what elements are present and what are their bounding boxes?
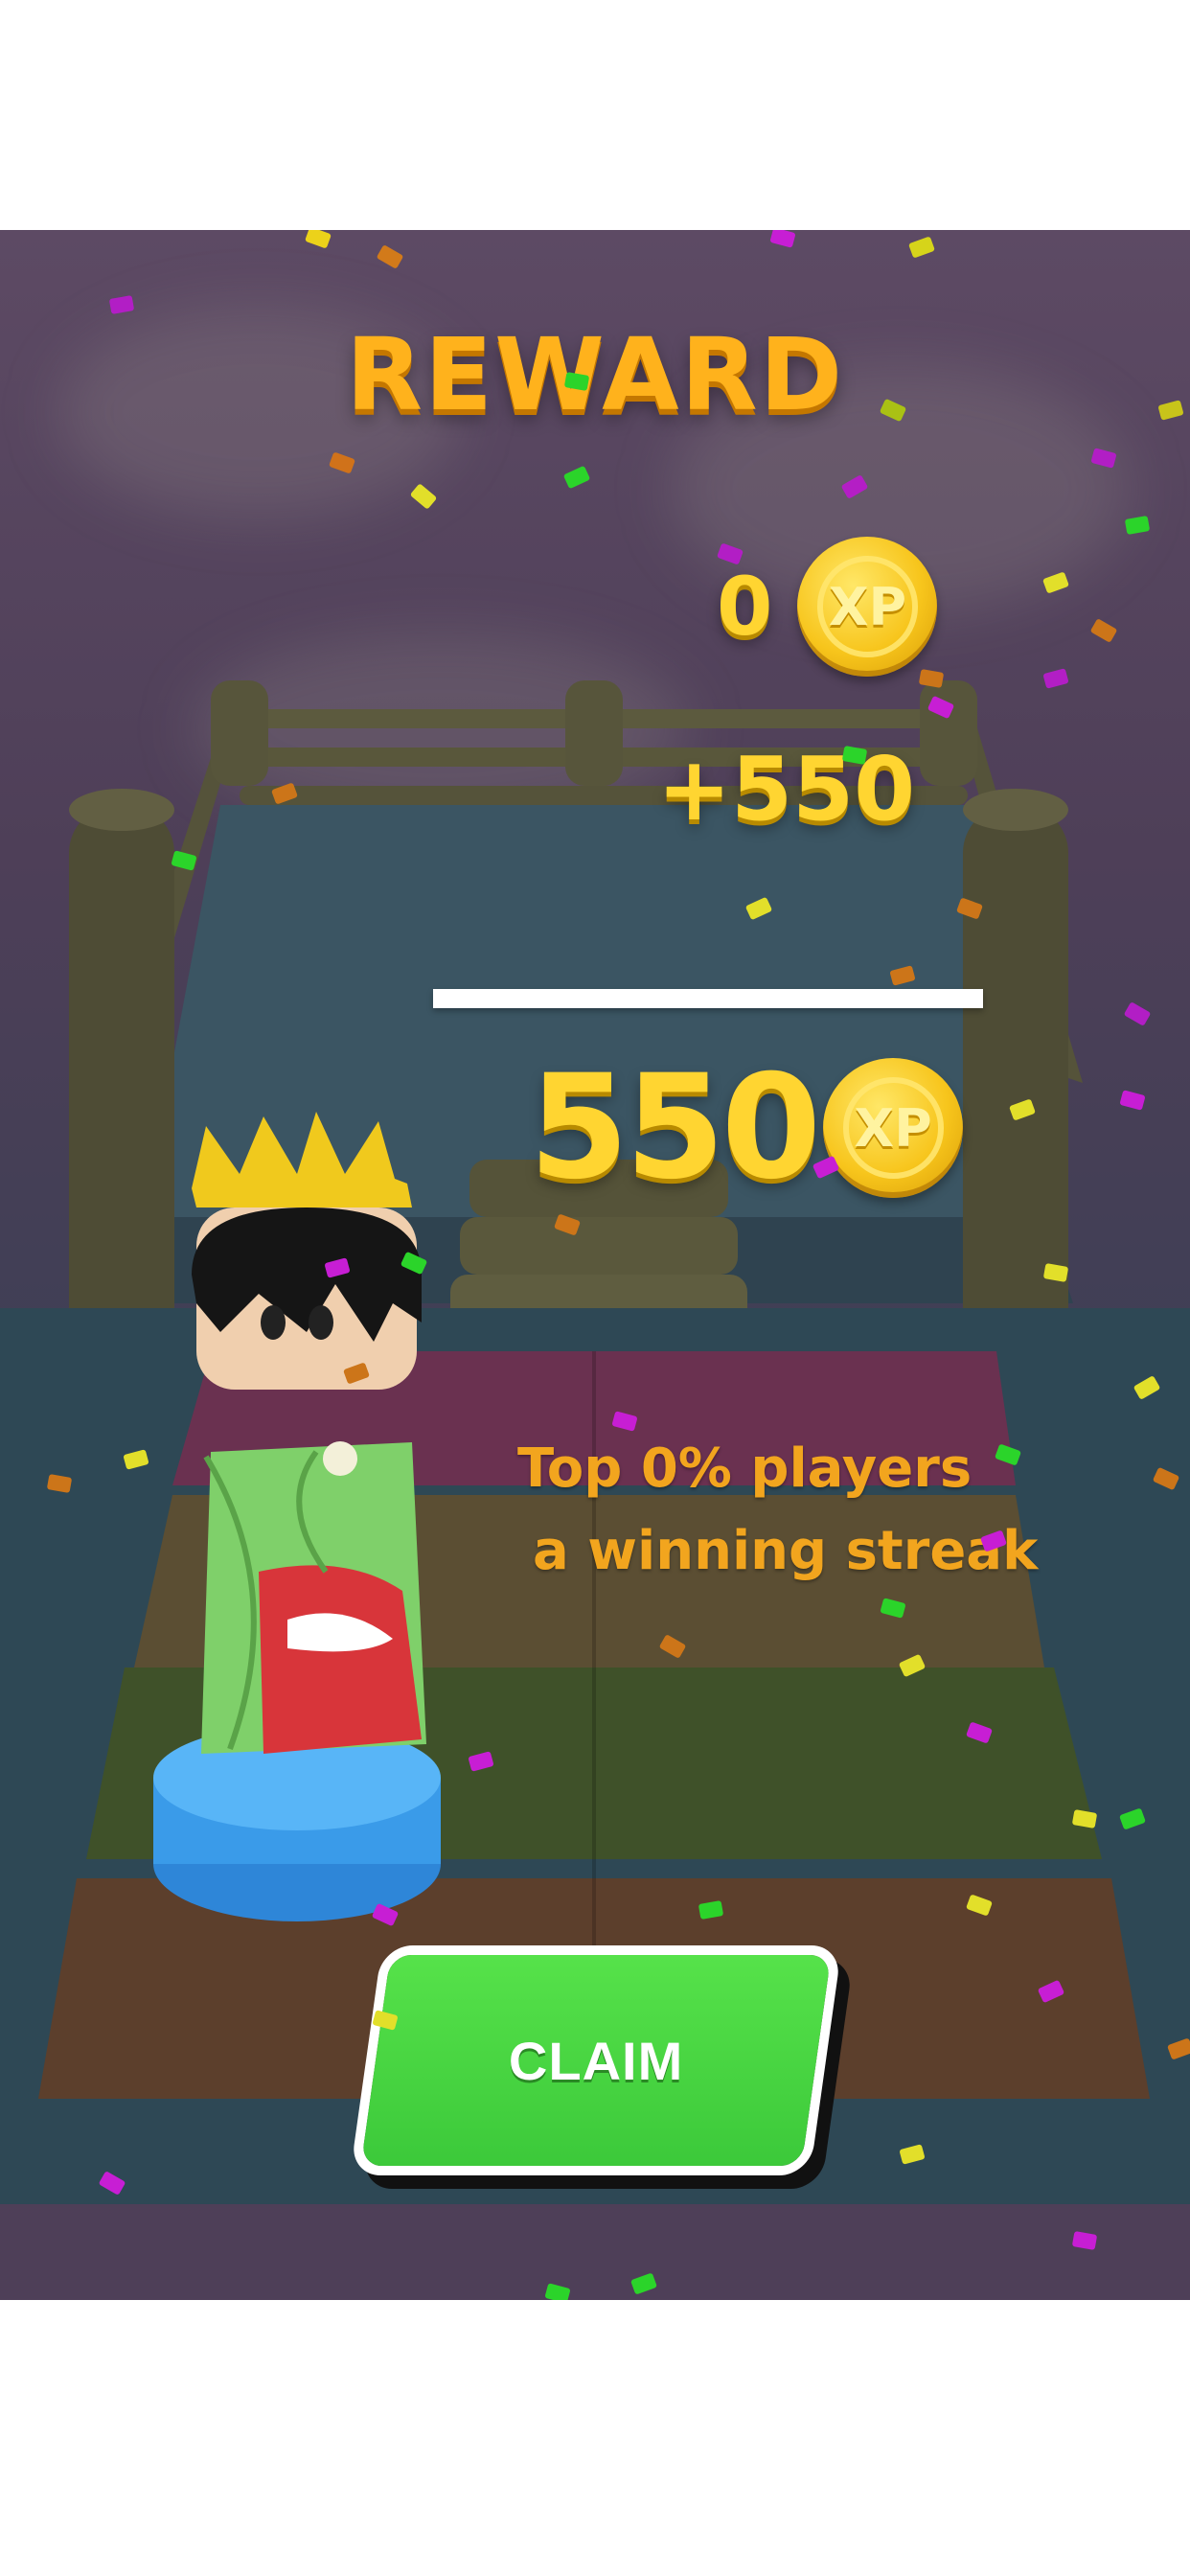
- xp-coin-icon: XP: [797, 537, 938, 677]
- current-xp-value: 0: [717, 560, 773, 654]
- claim-button-label: CLAIM: [508, 2030, 684, 2091]
- xp-coin-icon: XP: [823, 1058, 964, 1198]
- ring-post-back-right: [920, 680, 977, 786]
- message-line-1: Top 0% players: [517, 1438, 973, 1500]
- ring-post-back-left: [211, 680, 268, 786]
- claim-button-wrapper: CLAIM: [360, 1955, 832, 2166]
- xp-gain-value: +550: [657, 738, 916, 840]
- sum-divider: [433, 989, 983, 1008]
- xp-gain-row: +550: [657, 738, 915, 840]
- game-scene: REWARD 0 XP +550 550 XP Top 0% players a…: [0, 230, 1190, 2300]
- total-xp-value: 550: [529, 1045, 821, 1211]
- ring-post-back-center: [565, 680, 623, 786]
- xp-coin-label: XP: [828, 576, 907, 637]
- total-xp-row: 550 XP: [529, 1045, 964, 1211]
- xp-coin-label: XP: [854, 1097, 932, 1159]
- reward-title: REWARD: [345, 316, 845, 433]
- message-line-2: a winning streak: [533, 1520, 1039, 1582]
- current-xp-row: 0 XP: [717, 537, 938, 677]
- claim-button[interactable]: CLAIM: [360, 1955, 832, 2166]
